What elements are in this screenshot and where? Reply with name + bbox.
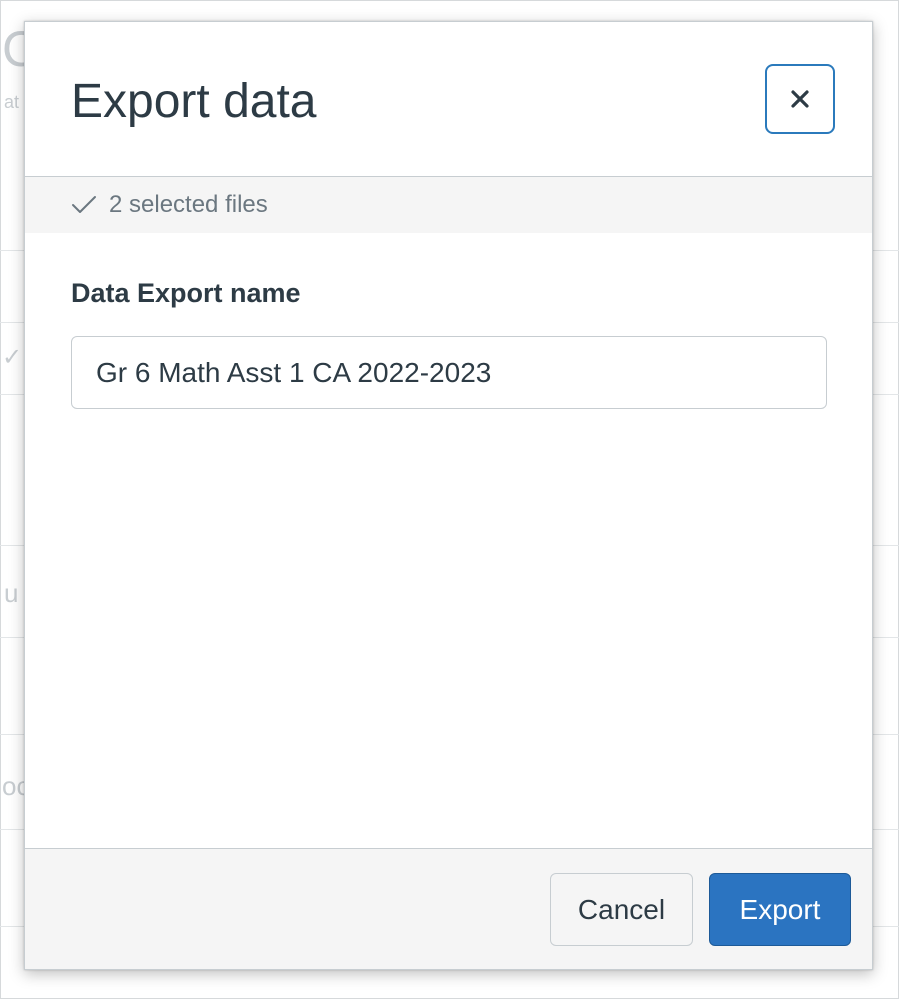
selected-files-count: 2 selected files	[109, 191, 268, 218]
close-button[interactable]	[765, 64, 835, 134]
modal-header: Export data	[25, 22, 872, 177]
export-name-label: Data Export name	[71, 278, 301, 308]
close-icon	[791, 90, 809, 108]
checkmark-icon	[72, 196, 96, 213]
export-name-input[interactable]	[71, 336, 827, 409]
export-button[interactable]: Export	[709, 873, 851, 946]
background-checkmark-fragment: ✓	[2, 344, 23, 371]
selection-summary-bar: 2 selected files	[25, 177, 872, 233]
modal-footer: Cancel Export	[25, 848, 872, 969]
background-text-fragment: u	[4, 578, 19, 608]
cancel-button[interactable]: Cancel	[550, 873, 693, 946]
modal-title: Export data	[71, 75, 317, 128]
background-text-fragment: at	[4, 92, 20, 112]
export-data-modal: Export data 2 selected files Data Export…	[24, 21, 873, 970]
